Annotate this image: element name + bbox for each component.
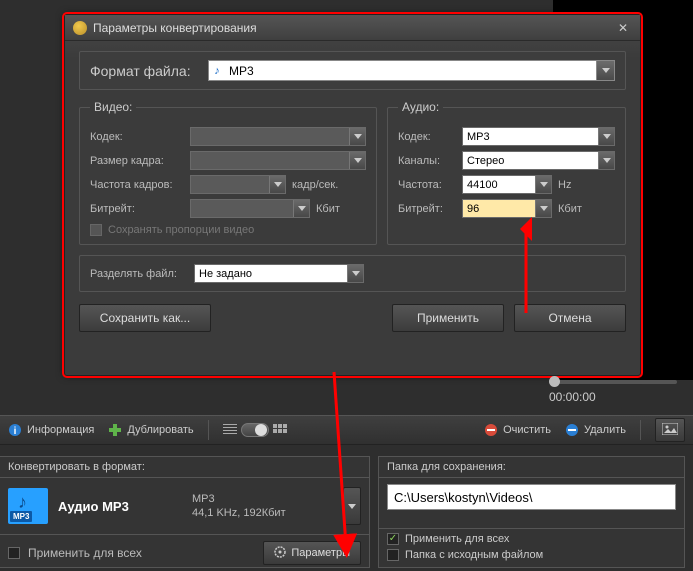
chevron-down-icon[interactable] (598, 152, 614, 169)
apply-all-left-label: Применить для всех (28, 546, 142, 560)
convert-to-panel: Конвертировать в формат: ♪ MP3 Аудио MP3… (0, 456, 370, 568)
gear-icon (274, 546, 286, 561)
music-note-icon: ♪ (18, 492, 27, 513)
video-framerate-combo[interactable] (190, 175, 286, 194)
chevron-down-icon[interactable] (535, 176, 551, 193)
format-dropdown-button[interactable] (343, 487, 361, 525)
video-bitrate-combo[interactable] (190, 199, 310, 218)
apply-all-right-checkbox[interactable] (387, 533, 399, 545)
split-file-combo[interactable]: Не задано (194, 264, 364, 283)
mp3-format-icon: ♪ MP3 (8, 488, 48, 524)
format-codec: MP3 (192, 492, 286, 506)
audio-channels-combo[interactable]: Стерео (462, 151, 615, 170)
apply-all-left-checkbox[interactable] (8, 547, 20, 559)
video-group: Видео: Кодек: Размер кадра: Частота кадр… (79, 100, 377, 245)
audio-legend: Аудио: (398, 100, 443, 114)
audio-channels-label: Каналы: (398, 155, 456, 167)
conversion-parameters-dialog: Параметры конвертирования ✕ Формат файла… (64, 14, 641, 376)
info-button[interactable]: i Информация (8, 423, 94, 437)
keep-aspect-checkbox[interactable] (90, 224, 102, 236)
clear-icon (484, 423, 498, 437)
chevron-down-icon[interactable] (269, 176, 285, 193)
chevron-down-icon[interactable] (349, 128, 365, 145)
audio-freq-combo[interactable]: 44100 (462, 175, 552, 194)
apply-all-right-label: Применить для всех (405, 533, 509, 545)
toolbar: i Информация Дублировать Очистить Удалит… (0, 415, 693, 445)
convert-to-head: Конвертировать в формат: (0, 457, 369, 478)
audio-group: Аудио: Кодек: MP3 Каналы: Стерео Частота… (387, 100, 626, 245)
audio-freq-label: Частота: (398, 179, 456, 191)
plus-icon (108, 423, 122, 437)
dialog-titlebar: Параметры конвертирования ✕ (65, 15, 640, 41)
save-folder-head: Папка для сохранения: (379, 457, 684, 478)
chevron-down-icon[interactable] (293, 200, 309, 217)
video-framesize-label: Размер кадра: (90, 155, 184, 167)
delete-button[interactable]: Удалить (565, 423, 626, 437)
same-folder-label: Папка с исходным файлом (405, 549, 543, 561)
player-timeline: 00:00:00 (549, 380, 677, 404)
parameters-button[interactable]: Параметры (263, 541, 361, 565)
audio-bitrate-unit: Кбит (558, 203, 586, 215)
video-codec-label: Кодек: (90, 131, 184, 143)
audio-codec-combo[interactable]: MP3 (462, 127, 615, 146)
chevron-down-icon[interactable] (535, 200, 551, 217)
list-view-icon (223, 424, 237, 436)
app-icon (73, 21, 87, 35)
chevron-down-icon[interactable] (598, 128, 614, 145)
keep-aspect-label: Сохранять пропорции видео (108, 224, 254, 236)
save-folder-panel: Папка для сохранения: C:\Users\kostyn\Vi… (378, 456, 685, 568)
screenshot-button[interactable] (655, 418, 685, 442)
split-file-label: Разделять файл: (90, 268, 184, 280)
audio-bitrate-label: Битрейт: (398, 203, 456, 215)
file-format-combo[interactable]: ♪ MP3 (208, 60, 615, 81)
mp3-tag: MP3 (10, 511, 32, 522)
save-as-button[interactable]: Сохранить как... (79, 304, 211, 332)
audio-codec-label: Кодек: (398, 131, 456, 143)
format-spec: 44,1 KHz, 192Кбит (192, 506, 286, 520)
timecode: 00:00:00 (549, 390, 596, 404)
video-codec-combo[interactable] (190, 127, 366, 146)
keep-aspect-row: Сохранять пропорции видео (90, 224, 366, 236)
chevron-down-icon[interactable] (347, 265, 363, 282)
chevron-down-icon[interactable] (596, 61, 614, 80)
slider-thumb[interactable] (549, 376, 560, 387)
view-mode-toggle[interactable] (223, 423, 287, 437)
video-framesize-combo[interactable] (190, 151, 366, 170)
framerate-unit: кадр/сек. (292, 179, 342, 191)
same-folder-checkbox[interactable] (387, 549, 399, 561)
split-file-row: Разделять файл: Не задано (79, 255, 626, 292)
format-card[interactable]: ♪ MP3 Аудио MP3 MP3 44,1 KHz, 192Кбит (8, 484, 361, 528)
audio-bitrate-combo[interactable]: 96 (462, 199, 552, 218)
video-bitrate-label: Битрейт: (90, 203, 184, 215)
video-framerate-label: Частота кадров: (90, 179, 184, 191)
svg-text:i: i (14, 426, 17, 437)
image-icon (662, 423, 678, 438)
divider (640, 420, 641, 440)
clear-button[interactable]: Очистить (484, 423, 551, 437)
file-format-label: Формат файла: (90, 63, 198, 79)
dialog-title: Параметры конвертирования (93, 21, 608, 35)
toggle-switch[interactable] (241, 423, 269, 437)
timeline-slider[interactable] (549, 380, 677, 384)
duplicate-button[interactable]: Дублировать (108, 423, 193, 437)
file-format-row: Формат файла: ♪ MP3 (79, 51, 626, 90)
file-format-value: MP3 (225, 64, 596, 78)
music-note-icon: ♪ (209, 65, 225, 77)
chevron-down-icon[interactable] (349, 152, 365, 169)
delete-icon (565, 423, 579, 437)
info-icon: i (8, 423, 22, 437)
video-bitrate-unit: Кбит (316, 203, 366, 215)
save-path-input[interactable]: C:\Users\kostyn\Videos\ (387, 484, 676, 510)
audio-freq-unit: Hz (558, 179, 578, 191)
apply-button[interactable]: Применить (392, 304, 504, 332)
format-title: Аудио MP3 (58, 499, 182, 514)
divider (208, 420, 209, 440)
video-legend: Видео: (90, 100, 136, 114)
grid-view-icon (273, 424, 287, 436)
cancel-button[interactable]: Отмена (514, 304, 626, 332)
close-icon[interactable]: ✕ (614, 20, 632, 36)
